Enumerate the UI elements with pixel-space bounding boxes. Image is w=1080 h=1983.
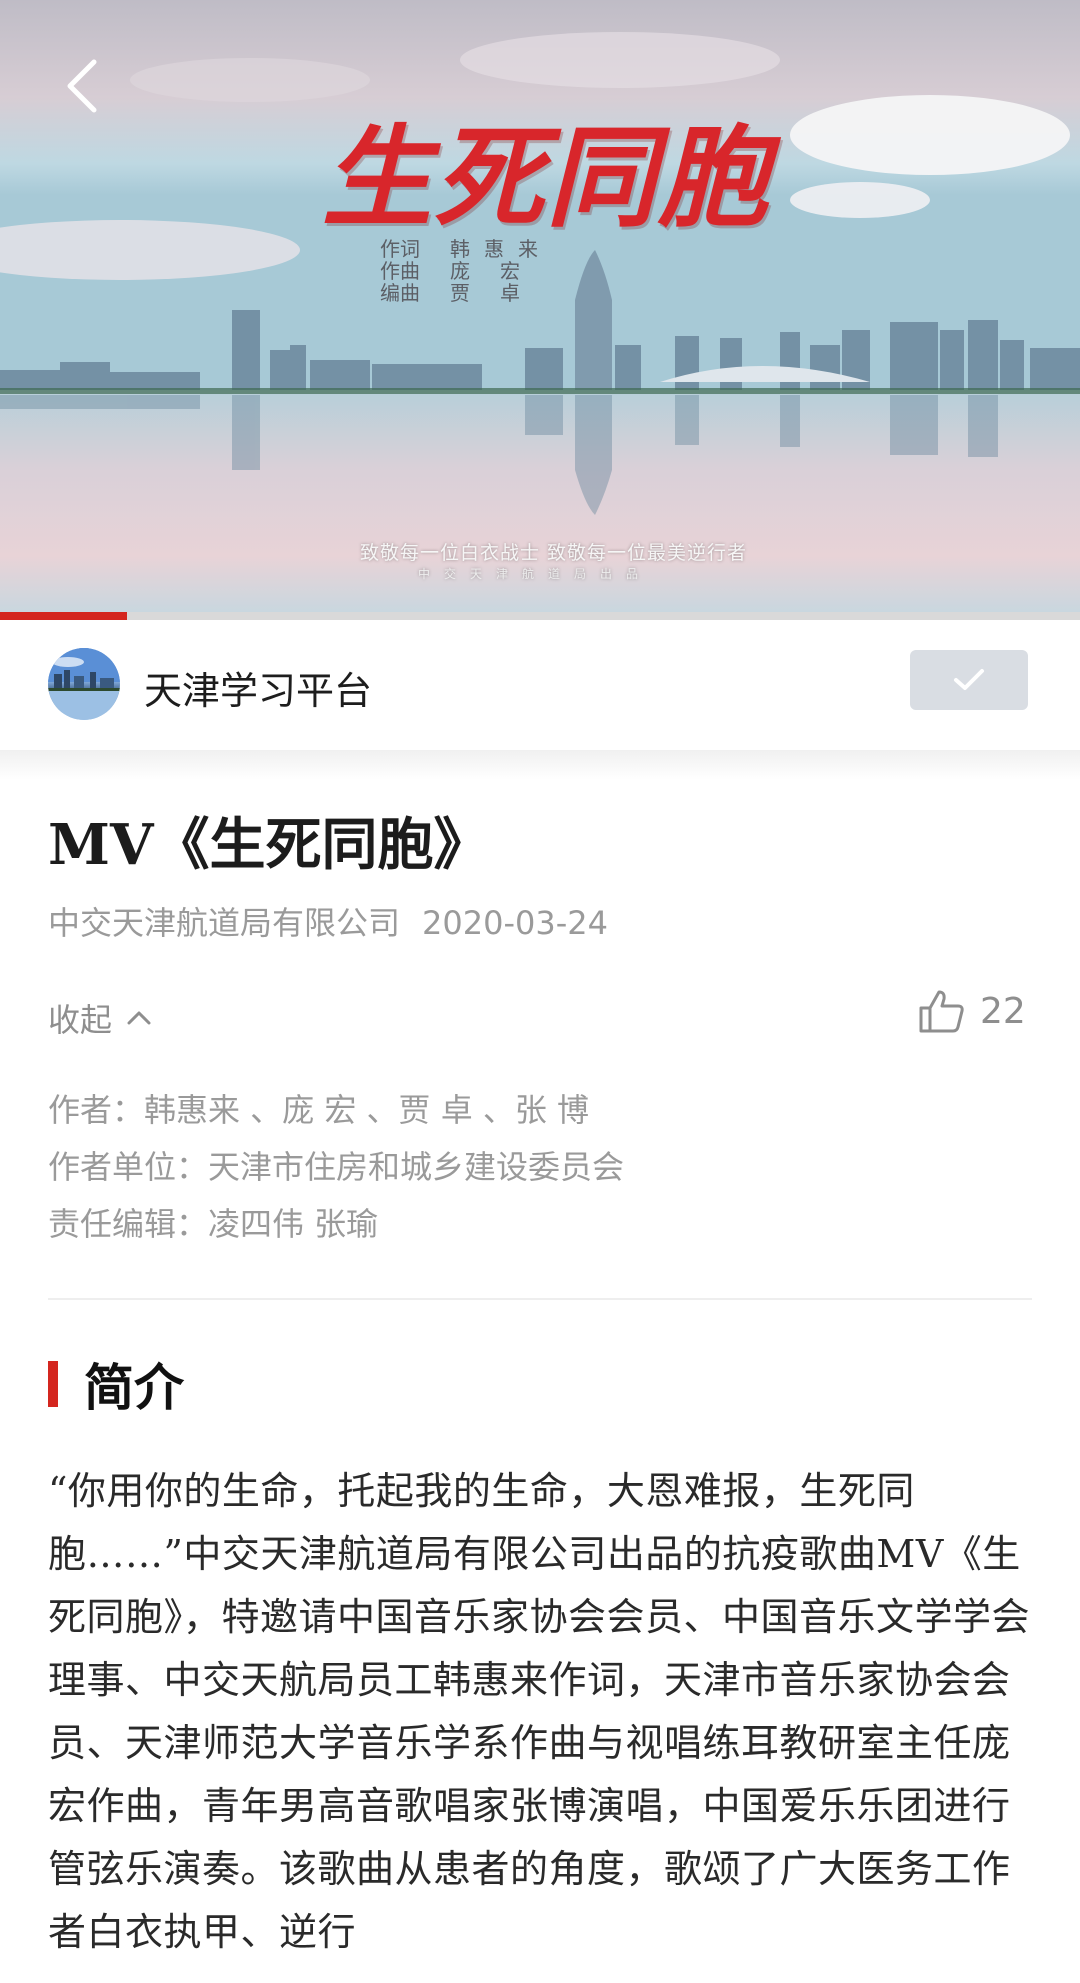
like-count: 22 <box>980 990 1026 1032</box>
video-subtag: 中交天津航道局出品 <box>418 567 653 581</box>
article-source: 中交天津航道局有限公司 <box>48 904 401 942</box>
channel-name[interactable]: 天津学习平台 <box>144 660 372 715</box>
video-progress-fill <box>0 612 128 620</box>
article-meta: 中交天津航道局有限公司 2020-03-24 <box>48 898 608 944</box>
chevron-up-icon <box>127 1011 151 1025</box>
article-title: MV《生死同胞》 <box>48 812 490 878</box>
back-arrow-icon[interactable] <box>62 56 102 116</box>
collapse-toggle[interactable]: 收起 <box>48 995 152 1041</box>
channel-avatar[interactable] <box>48 648 120 720</box>
video-tagline: 致敬每一位白衣战士 致敬每一位最美逆行者 <box>360 542 748 564</box>
article-authors: 作者：韩惠来 、庞 宏 、贾 卓 、张 博 <box>48 1091 590 1129</box>
section-title: 简介 <box>84 1358 184 1417</box>
article-info: 作者：韩惠来 、庞 宏 、贾 卓 、张 博 作者单位：天津市住房和城乡建设委员会… <box>48 1082 624 1253</box>
article-date: 2020-03-24 <box>422 904 608 942</box>
checkmark-icon <box>954 669 984 690</box>
credit-arranger: 编曲 贾卓 <box>380 281 550 305</box>
section-divider <box>48 1298 1032 1300</box>
mv-credits: 作词 韩惠来 作曲 庞宏 编曲 贾卓 <box>380 238 552 304</box>
collapse-label: 收起 <box>48 1001 113 1039</box>
credit-lyricist: 作词 韩惠来 <box>380 237 552 261</box>
channel-header: 天津学习平台 <box>0 620 1080 750</box>
article-editor: 责任编辑：凌四伟 张瑜 <box>48 1205 379 1243</box>
follow-button[interactable] <box>910 650 1028 710</box>
intro-paragraph: “你用你的生命，托起我的生命，大恩难报，生死同胞……”中交天津航道局有限公司出品… <box>48 1469 1031 1954</box>
intro-section-header: 简介 <box>48 1348 184 1420</box>
channel-divider-shadow <box>0 750 1080 780</box>
credit-composer: 作曲 庞宏 <box>380 259 550 283</box>
thumbs-up-icon <box>919 990 964 1033</box>
like-button[interactable]: 22 <box>918 988 1026 1034</box>
mv-title-art: 生死同胞 <box>322 113 770 242</box>
section-accent-bar <box>48 1361 58 1407</box>
video-progress-bar[interactable] <box>0 612 1080 620</box>
article-author-unit: 作者单位：天津市住房和城乡建设委员会 <box>48 1148 625 1186</box>
video-player[interactable]: 生死同胞 作词 韩惠来 作曲 庞宏 编曲 贾卓 致敬每一位白衣战士 致敬每一位最美逆行… <box>0 0 1080 620</box>
